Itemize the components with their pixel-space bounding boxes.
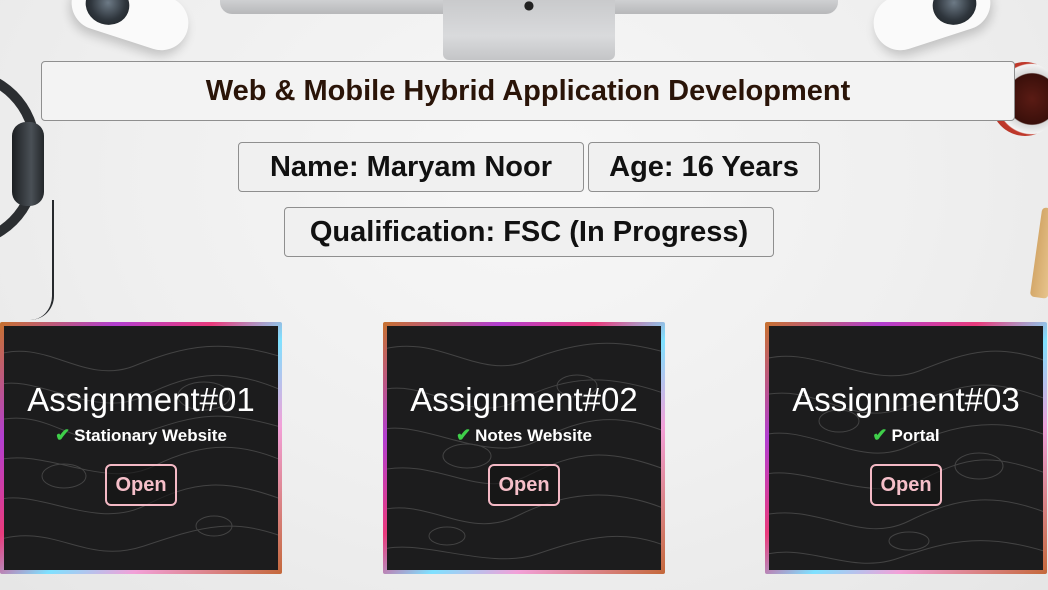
check-icon: ✔ [456,425,472,445]
assignment-title: Assignment#01 [27,381,255,418]
check-icon: ✔ [872,425,888,445]
headphone-cable [30,200,54,320]
assignment-subtitle: ✔ Stationary Website [55,425,227,446]
open-assignment-01-button[interactable]: Open [105,464,177,506]
assignment-card-01: Assignment#01 ✔ Stationary Website Open [0,322,282,574]
assignment-card-02: Assignment#02 ✔ Notes Website Open [383,322,665,574]
name-box: Name: Maryam Noor [238,142,584,192]
check-icon: ✔ [55,425,71,445]
assignment-subtitle-text: Portal [891,425,940,445]
open-assignment-03-button[interactable]: Open [870,464,942,506]
assignment-subtitle: ✔ Portal [872,425,939,446]
topographic-pattern [4,345,278,552]
assignment-title: Assignment#02 [410,381,638,418]
assignment-subtitle: ✔ Notes Website [456,425,592,446]
headphone-cup [12,122,44,206]
topographic-pattern [769,350,1043,564]
card-body: Assignment#01 ✔ Stationary Website Open [4,326,278,570]
open-assignment-02-button[interactable]: Open [488,464,560,506]
assignment-card-03: Assignment#03 ✔ Portal Open [765,322,1047,574]
assignment-title: Assignment#03 [792,381,1020,418]
card-body: Assignment#02 ✔ Notes Website Open [387,326,661,570]
apple-logo-icon: ● [523,0,535,12]
card-body: Assignment#03 ✔ Portal Open [769,326,1043,570]
page-title: Web & Mobile Hybrid Application Developm… [41,61,1015,121]
topographic-pattern [387,342,661,560]
age-box: Age: 16 Years [588,142,820,192]
qualification-box: Qualification: FSC (In Progress) [284,207,774,257]
assignment-subtitle-text: Notes Website [475,425,592,445]
assignment-subtitle-text: Stationary Website [74,425,227,445]
